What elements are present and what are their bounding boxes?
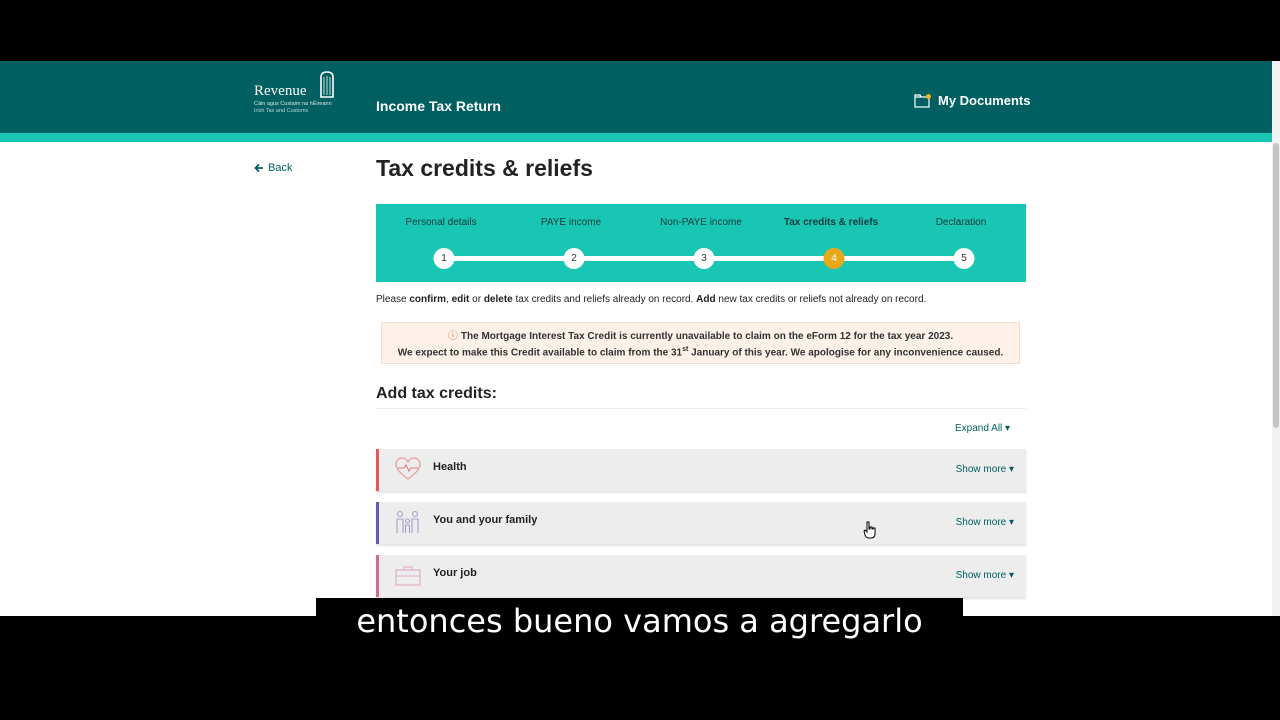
scrollbar-thumb[interactable] bbox=[1273, 143, 1279, 428]
step-dot-3[interactable]: 3 bbox=[693, 248, 715, 269]
show-more-label: Show more bbox=[955, 464, 1007, 475]
instructions-part: tax credits and reliefs already on recor… bbox=[512, 294, 697, 305]
logo-subtitle-english: Irish Tax and Customs bbox=[254, 108, 309, 114]
chevron-down-icon: ▾ bbox=[1008, 464, 1014, 475]
family-icon bbox=[396, 510, 419, 533]
my-documents-link[interactable]: My Documents bbox=[914, 93, 1030, 108]
alert-line-2: We expect to make this Credit available … bbox=[382, 343, 1019, 359]
alert-line-1: ⓘ The Mortgage Interest Tax Credit is cur… bbox=[382, 330, 1019, 343]
add-tax-credits-heading: Add tax credits: bbox=[376, 385, 497, 402]
page-scrollbar[interactable] bbox=[1272, 61, 1280, 616]
accordion-title: You and your family bbox=[433, 514, 538, 526]
show-more-label: Show more bbox=[955, 517, 1007, 528]
briefcase-icon bbox=[395, 566, 421, 586]
progress-stepper: Personal details PAYE income Non-PAYE in… bbox=[376, 204, 1026, 282]
arrow-left-icon bbox=[254, 163, 263, 173]
site-header: Revenue Cáin agus Custaim na hÉireann Ir… bbox=[0, 61, 1280, 133]
show-more-button[interactable]: Show more ▾ bbox=[956, 570, 1014, 581]
folder-icon bbox=[914, 93, 931, 108]
logo-wordmark: Revenue bbox=[254, 83, 307, 99]
accordion-title: Your job bbox=[433, 567, 477, 579]
instructions-add: Add bbox=[696, 294, 716, 305]
accordion-health[interactable]: Health Show more ▾ bbox=[376, 449, 1026, 491]
browser-page: Revenue Cáin agus Custaim na hÉireann Ir… bbox=[0, 61, 1280, 616]
heart-icon bbox=[395, 457, 421, 480]
logo-subtitle-irish: Cáin agus Custaim na hÉireann bbox=[254, 101, 332, 107]
header-stripe bbox=[0, 133, 1280, 142]
show-more-button[interactable]: Show more ▾ bbox=[956, 464, 1014, 475]
chevron-down-icon: ▾ bbox=[1005, 423, 1011, 434]
instructions-part: new tax credits or reliefs not already o… bbox=[715, 294, 927, 305]
step-label-tax-credits: Tax credits & reliefs bbox=[783, 217, 879, 228]
video-frame: Revenue Cáin agus Custaim na hÉireann Ir… bbox=[0, 0, 1280, 720]
revenue-logo[interactable]: Revenue Cáin agus Custaim na hÉireann Ir… bbox=[253, 71, 343, 117]
instructions-text: Please confirm, edit or delete tax credi… bbox=[376, 294, 926, 305]
app-title: Income Tax Return bbox=[376, 98, 501, 114]
expand-all-button[interactable]: Expand All ▾ bbox=[955, 423, 1010, 434]
alert-line-1-text: The Mortgage Interest Tax Credit is curr… bbox=[460, 331, 954, 342]
instructions-edit: edit bbox=[451, 294, 470, 305]
show-more-label: Show more bbox=[955, 570, 1007, 581]
alert-line-2-text: January of this year. We apologise for a… bbox=[688, 347, 1004, 359]
step-label-personal-details: Personal details bbox=[405, 217, 477, 228]
step-dot-2[interactable]: 2 bbox=[563, 248, 585, 269]
accordion-title: Health bbox=[433, 461, 467, 473]
instructions-part: or bbox=[469, 294, 484, 305]
my-documents-label: My Documents bbox=[938, 93, 1031, 108]
show-more-button[interactable]: Show more ▾ bbox=[956, 517, 1014, 528]
back-link[interactable]: Back bbox=[254, 162, 292, 174]
step-label-non-paye-income: Non-PAYE income bbox=[660, 217, 742, 228]
mortgage-interest-alert: ⓘ The Mortgage Interest Tax Credit is cur… bbox=[381, 322, 1020, 364]
accordion-you-and-your-family[interactable]: You and your family Show more ▾ bbox=[376, 502, 1026, 544]
instructions-delete: delete bbox=[483, 294, 513, 305]
video-caption: entonces bueno vamos a agregarlo bbox=[356, 602, 923, 640]
info-icon: ⓘ bbox=[447, 331, 458, 342]
step-dot-1[interactable]: 1 bbox=[433, 248, 455, 269]
section-divider bbox=[376, 408, 1026, 409]
step-dot-5[interactable]: 5 bbox=[953, 248, 975, 269]
step-label-declaration: Declaration bbox=[935, 217, 987, 228]
accordion-your-job[interactable]: Your job Show more ▾ bbox=[376, 555, 1026, 597]
alert-line-2-text: We expect to make this Credit available … bbox=[397, 347, 683, 359]
step-dot-4[interactable]: 4 bbox=[823, 248, 845, 269]
harp-icon bbox=[320, 71, 334, 98]
back-label: Back bbox=[268, 162, 293, 174]
instructions-part: Please bbox=[376, 294, 410, 305]
chevron-down-icon: ▾ bbox=[1008, 570, 1014, 581]
expand-all-label: Expand All bbox=[955, 423, 1003, 434]
chevron-down-icon: ▾ bbox=[1008, 517, 1014, 528]
hand-cursor-icon bbox=[863, 521, 876, 539]
step-label-paye-income: PAYE income bbox=[540, 217, 602, 228]
instructions-confirm: confirm bbox=[409, 294, 447, 305]
page-title: Tax credits & reliefs bbox=[376, 155, 593, 181]
